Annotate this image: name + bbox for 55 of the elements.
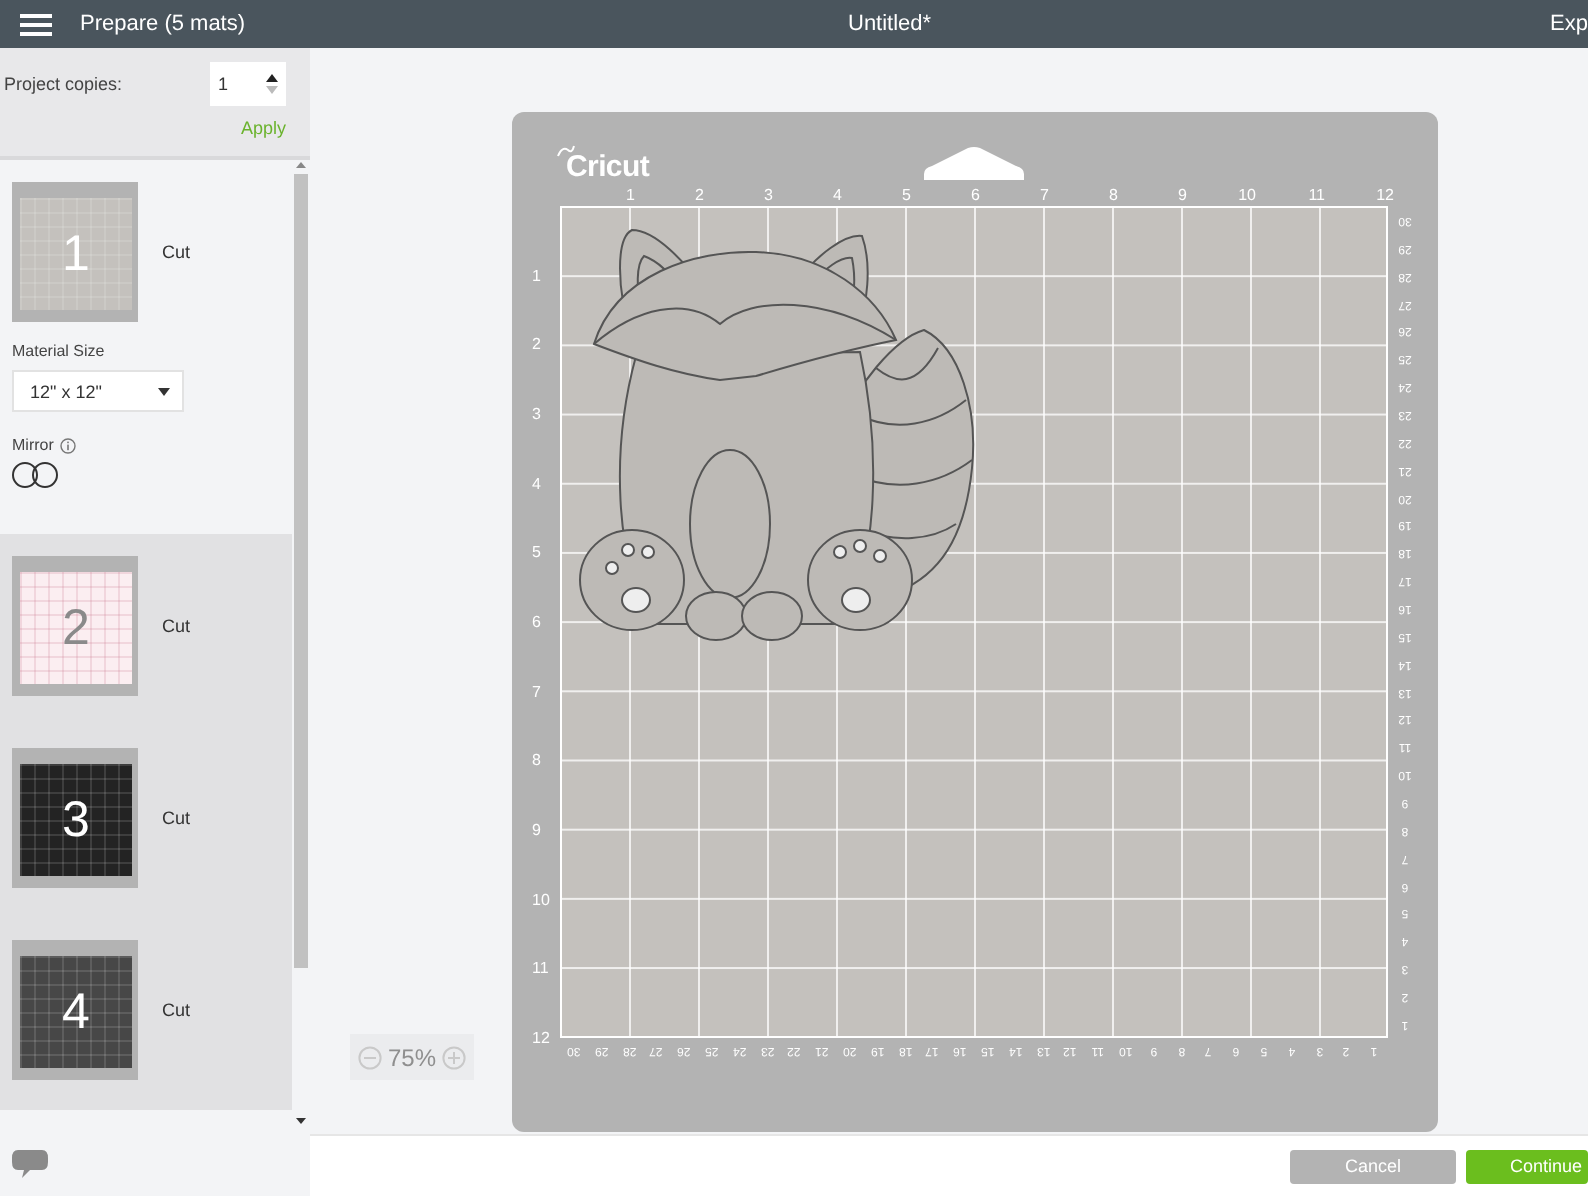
ruler-number: 3 <box>532 405 541 424</box>
mat-mode-label: Cut <box>162 808 191 828</box>
ruler-number: 11 <box>532 959 549 978</box>
mat-list-item[interactable]: 3 Cut <box>0 726 292 918</box>
mirror-toggle[interactable] <box>12 462 58 488</box>
mat-mode-label: Cut <box>162 1000 191 1020</box>
mat-hanger-notch <box>924 146 1024 180</box>
menu-icon[interactable] <box>20 13 52 35</box>
ruler-number: 8 <box>1107 186 1118 206</box>
ruler-number: 11 <box>1306 186 1325 206</box>
ruler-number: 3 <box>762 186 773 206</box>
ruler-number: 1 <box>532 266 541 285</box>
ruler-number: 6 <box>969 186 980 206</box>
scroll-down-icon[interactable] <box>296 1118 306 1124</box>
ruler-number: 9 <box>532 821 541 840</box>
ruler-number: 1 <box>624 186 635 206</box>
ruler-number: 5 <box>532 543 541 562</box>
logo-swirl-icon <box>556 144 576 158</box>
screen-title: Prepare (5 mats) <box>80 12 246 36</box>
scrollbar-thumb[interactable] <box>294 174 308 968</box>
mirror-label: Mirror <box>12 436 54 454</box>
mat-number: 1 <box>62 225 90 283</box>
ruler-number: 7 <box>532 682 541 701</box>
ruler-number: 7 <box>1038 186 1049 206</box>
caret-icon <box>158 387 170 395</box>
ruler-number: 2 <box>693 186 704 206</box>
document-title: Untitled* <box>848 12 932 36</box>
mat-number: 3 <box>62 791 90 849</box>
mat-list-item[interactable]: 4 Cut <box>0 918 292 1110</box>
material-size-select[interactable]: 12" x 12" <box>12 370 184 412</box>
ruler-number: 8 <box>532 751 541 770</box>
ruler-number: 6 <box>532 613 541 632</box>
copies-stepper[interactable]: 1 <box>210 62 286 106</box>
ruler-number: 10 <box>532 890 550 909</box>
ruler-number: 12 <box>532 1029 550 1048</box>
ruler-number: 2 <box>532 335 541 354</box>
mat-list-item[interactable]: 2 Cut <box>0 534 292 726</box>
material-size-label: Material Size <box>12 342 107 360</box>
mat-number: 2 <box>62 599 90 657</box>
mat-number: 4 <box>62 983 90 1041</box>
ruler-number: 12 <box>1374 186 1394 206</box>
export-link[interactable]: Exp <box>1550 12 1588 36</box>
ruler-number: 4 <box>831 186 842 206</box>
info-icon[interactable] <box>59 437 76 453</box>
stepper-arrows-icon[interactable] <box>266 74 278 94</box>
ruler-number: 9 <box>1176 186 1187 206</box>
mat-mode-label: Cut <box>162 616 191 636</box>
mat-mode-label: Cut <box>162 242 191 262</box>
chat-bubble-icon[interactable] <box>12 1147 48 1179</box>
project-copies-label: Project copies: <box>4 74 123 94</box>
zoom-level: 75% <box>387 1043 437 1071</box>
ruler-number: 4 <box>532 474 541 493</box>
ruler-number: 5 <box>900 186 911 206</box>
ruler-number: 10 <box>1236 186 1256 206</box>
brand-logo: Cricut <box>566 150 650 184</box>
